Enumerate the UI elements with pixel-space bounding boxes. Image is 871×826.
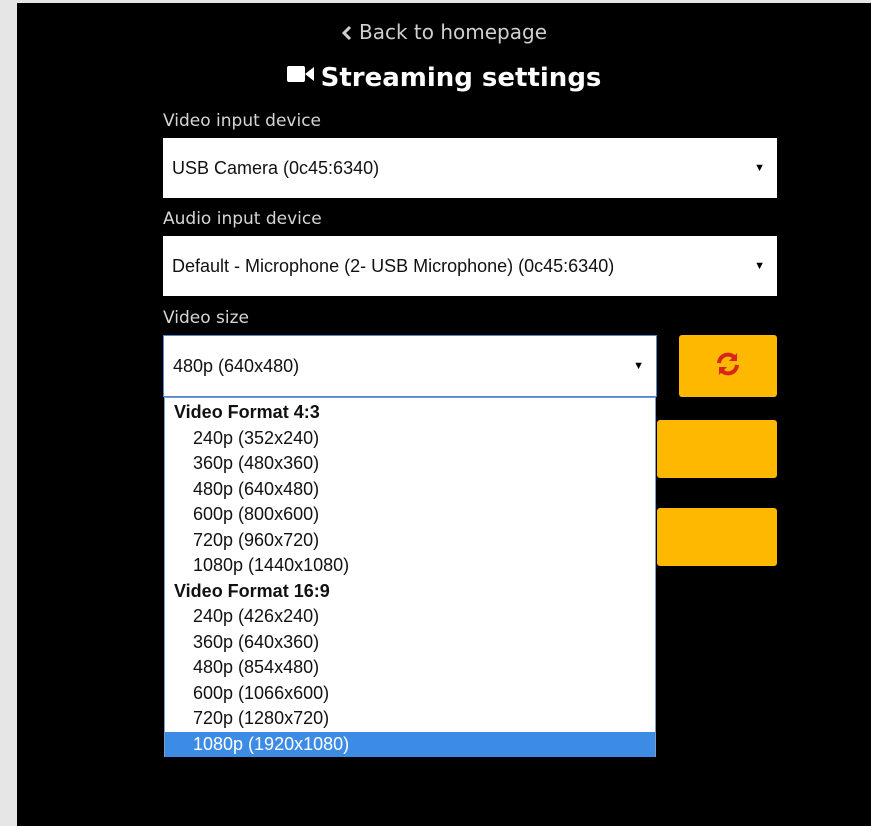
refresh-icon — [715, 351, 741, 382]
streaming-settings-panel: Back to homepage Streaming settings Vide… — [17, 3, 871, 826]
option-480p-16-9[interactable]: 480p (854x480) — [165, 655, 655, 681]
page-title-text: Streaming settings — [320, 63, 602, 93]
audio-input-label: Audio input device — [163, 209, 322, 229]
option-720p-4-3[interactable]: 720p (960x720) — [165, 528, 655, 554]
option-600p-16-9[interactable]: 600p (1066x600) — [165, 681, 655, 707]
video-input-value: USB Camera (0c45:6340) — [172, 157, 380, 178]
refresh-button[interactable] — [679, 335, 777, 397]
option-group-4-3: Video Format 4:3 — [174, 402, 320, 422]
video-input-label: Video input device — [163, 111, 322, 131]
option-1080p-4-3[interactable]: 1080p (1440x1080) — [165, 553, 655, 579]
option-360p-16-9[interactable]: 360p (640x360) — [165, 630, 655, 656]
option-1080p-16-9[interactable]: 1080p (1920x1080) — [165, 731, 655, 757]
video-size-select[interactable]: 480p (640x480) ▼ — [163, 335, 657, 397]
back-link-label: Back to homepage — [359, 20, 547, 44]
option-240p-16-9[interactable]: 240p (426x240) — [165, 604, 655, 630]
video-size-value: 480p (640x480) — [173, 355, 300, 376]
option-group-16-9: Video Format 16:9 — [174, 580, 330, 601]
dropdown-arrow-icon: ▼ — [633, 360, 644, 372]
video-camera-icon — [286, 61, 315, 91]
action-button-1[interactable] — [657, 420, 777, 478]
video-input-select[interactable]: USB Camera (0c45:6340) ▼ — [163, 138, 777, 198]
page-title: Streaming settings — [17, 63, 871, 94]
chevron-left-icon — [341, 22, 353, 46]
audio-input-select[interactable]: Default - Microphone (2- USB Microphone)… — [163, 236, 777, 296]
option-240p-4-3[interactable]: 240p (352x240) — [165, 426, 655, 452]
option-720p-16-9[interactable]: 720p (1280x720) — [165, 706, 655, 732]
audio-input-value: Default - Microphone (2- USB Microphone)… — [172, 255, 615, 276]
option-360p-4-3[interactable]: 360p (480x360) — [165, 451, 655, 477]
option-600p-4-3[interactable]: 600p (800x600) — [165, 502, 655, 528]
action-button-2[interactable] — [657, 508, 777, 566]
video-size-options-list[interactable]: Video Format 4:3 240p (352x240) 360p (48… — [164, 397, 656, 757]
back-to-homepage-link[interactable]: Back to homepage — [17, 20, 871, 46]
option-480p-4-3[interactable]: 480p (640x480) — [165, 477, 655, 503]
video-size-label: Video size — [163, 308, 249, 328]
dropdown-arrow-icon: ▼ — [754, 260, 765, 272]
dropdown-arrow-icon: ▼ — [754, 162, 765, 174]
